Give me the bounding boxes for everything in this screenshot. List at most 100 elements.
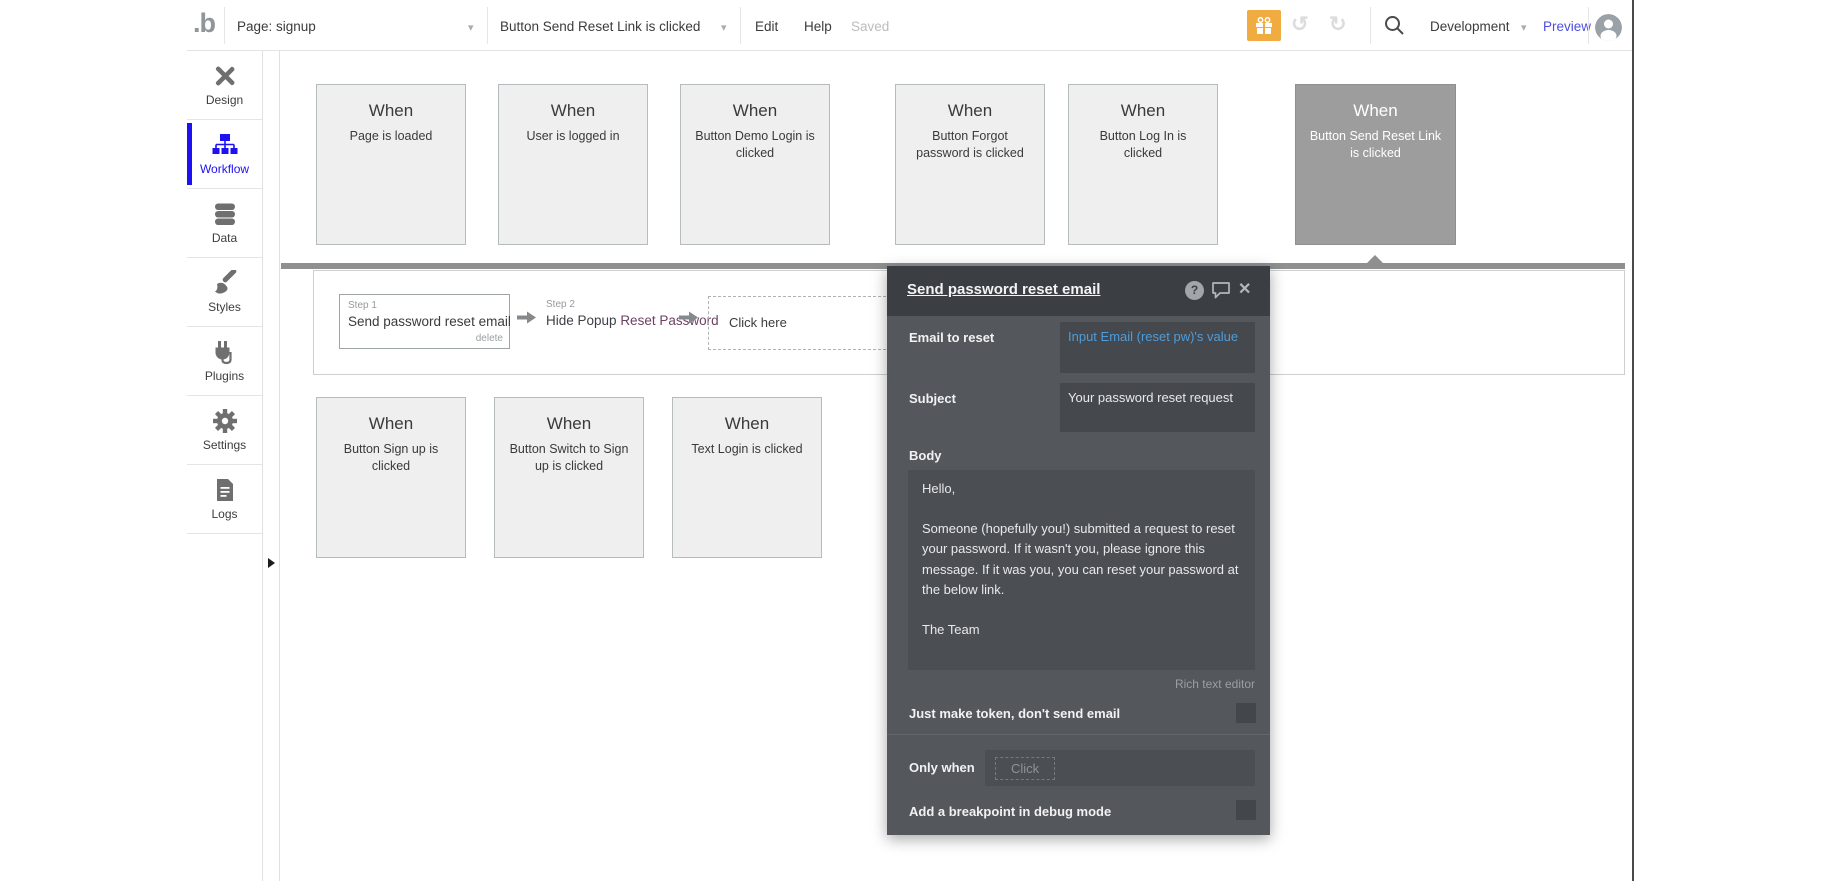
workflow-sitemap-icon bbox=[212, 132, 238, 158]
event-card-when: When bbox=[495, 414, 643, 434]
popup-title[interactable]: Send password reset email bbox=[907, 281, 1100, 298]
workflow-canvas[interactable]: When Page is loaded When User is logged … bbox=[280, 51, 1632, 881]
event-card-title: Button Sign up is clicked bbox=[317, 441, 465, 475]
sidebar-item-label: Design bbox=[206, 93, 243, 107]
sidebar-item-settings[interactable]: Settings bbox=[187, 396, 262, 465]
event-card-when: When bbox=[317, 101, 465, 121]
add-action-label: Click here bbox=[729, 315, 787, 330]
left-sidebar: Design Workflow Data bbox=[187, 51, 263, 881]
sidebar-item-plugins[interactable]: Plugins bbox=[187, 327, 262, 396]
event-card-forgot-password[interactable]: When Button Forgot password is clicked bbox=[895, 84, 1045, 245]
sidebar-gutter bbox=[263, 51, 280, 881]
document-icon bbox=[212, 477, 238, 503]
subject-field[interactable]: Your password reset request bbox=[1060, 383, 1255, 432]
page-selector-label: Page: signup bbox=[237, 19, 316, 34]
event-card-switch-to-sign-up[interactable]: When Button Switch to Sign up is clicked bbox=[494, 397, 644, 558]
popup-header[interactable]: Send password reset email ? ✕ bbox=[887, 266, 1270, 316]
breakpoint-label: Add a breakpoint in debug mode bbox=[909, 804, 1111, 819]
environment-label: Development bbox=[1430, 19, 1510, 34]
search-icon bbox=[1383, 14, 1406, 37]
only-when-click-placeholder[interactable]: Click bbox=[995, 757, 1055, 780]
event-card-when: When bbox=[499, 101, 647, 121]
arrow-right-icon bbox=[517, 310, 537, 325]
bubble-editor-window: .b Page: signup ▾ Button Send Reset Link… bbox=[187, 0, 1634, 881]
divider bbox=[1370, 7, 1371, 44]
design-tools-icon bbox=[212, 63, 238, 89]
step-1-card[interactable]: Step 1 Send password reset email delete bbox=[339, 294, 510, 349]
arrow-right-icon bbox=[679, 310, 699, 325]
event-card-title: Button Send Reset Link is clicked bbox=[1296, 128, 1455, 162]
event-card-when: When bbox=[681, 101, 829, 121]
just-make-token-checkbox[interactable] bbox=[1236, 703, 1256, 723]
saved-status: Saved bbox=[851, 19, 889, 34]
bubble-logo[interactable]: .b bbox=[193, 8, 215, 39]
step-title: Send password reset email bbox=[348, 314, 511, 329]
expand-panel-toggle[interactable] bbox=[268, 558, 275, 568]
step-title-element: Reset Password bbox=[620, 313, 718, 328]
body-field[interactable]: Hello, Someone (hopefully you!) submitte… bbox=[908, 470, 1255, 670]
event-card-user-logged-in[interactable]: When User is logged in bbox=[498, 84, 648, 245]
divider bbox=[487, 7, 488, 44]
user-avatar-icon bbox=[1595, 14, 1622, 41]
event-card-title: Button Switch to Sign up is clicked bbox=[495, 441, 643, 475]
undo-button[interactable]: ↺ bbox=[1291, 12, 1309, 37]
event-card-when: When bbox=[1069, 101, 1217, 121]
selected-event-pointer bbox=[1367, 255, 1383, 263]
redo-button[interactable]: ↻ bbox=[1329, 12, 1347, 37]
event-card-title: Page is loaded bbox=[317, 128, 465, 145]
close-icon[interactable]: ✕ bbox=[1238, 279, 1251, 299]
sidebar-item-data[interactable]: Data bbox=[187, 189, 262, 258]
event-selector-label: Button Send Reset Link is clicked bbox=[500, 19, 700, 34]
event-card-when: When bbox=[317, 414, 465, 434]
subject-label: Subject bbox=[909, 391, 956, 406]
step-number: Step 1 bbox=[348, 300, 377, 311]
gift-icon bbox=[1255, 17, 1273, 35]
breakpoint-checkbox[interactable] bbox=[1236, 800, 1256, 820]
edit-menu[interactable]: Edit bbox=[755, 19, 778, 34]
sidebar-item-label: Logs bbox=[211, 507, 237, 521]
step-delete-link[interactable]: delete bbox=[476, 333, 503, 344]
event-card-title: Button Demo Login is clicked bbox=[681, 128, 829, 162]
event-card-title: Text Login is clicked bbox=[673, 441, 821, 458]
help-menu[interactable]: Help bbox=[804, 19, 832, 34]
event-card-log-in[interactable]: When Button Log In is clicked bbox=[1068, 84, 1218, 245]
event-card-demo-login[interactable]: When Button Demo Login is clicked bbox=[680, 84, 830, 245]
event-card-text-login[interactable]: When Text Login is clicked bbox=[672, 397, 822, 558]
chevron-down-icon: ▾ bbox=[468, 21, 474, 34]
sidebar-item-workflow[interactable]: Workflow bbox=[187, 120, 262, 189]
event-card-sign-up[interactable]: When Button Sign up is clicked bbox=[316, 397, 466, 558]
body-label: Body bbox=[909, 448, 942, 463]
divider bbox=[224, 7, 225, 44]
event-card-page-is-loaded[interactable]: When Page is loaded bbox=[316, 84, 466, 245]
step-title-action: Hide Popup bbox=[546, 313, 620, 328]
chevron-down-icon: ▾ bbox=[721, 21, 727, 34]
search-button[interactable] bbox=[1383, 14, 1406, 42]
database-icon bbox=[212, 201, 238, 227]
sidebar-item-styles[interactable]: Styles bbox=[187, 258, 262, 327]
event-card-when: When bbox=[1296, 101, 1455, 121]
only-when-label: Only when bbox=[909, 760, 975, 775]
sidebar-item-logs[interactable]: Logs bbox=[187, 465, 262, 534]
user-avatar[interactable] bbox=[1595, 14, 1622, 41]
only-when-field[interactable]: Click bbox=[985, 750, 1255, 786]
event-card-title: Button Log In is clicked bbox=[1069, 128, 1217, 162]
sidebar-item-label: Styles bbox=[208, 300, 241, 314]
divider bbox=[740, 7, 741, 44]
rich-text-editor-link[interactable]: Rich text editor bbox=[1175, 677, 1255, 691]
preview-link[interactable]: Preview bbox=[1543, 19, 1591, 34]
sidebar-item-label: Settings bbox=[203, 438, 246, 452]
gift-button[interactable] bbox=[1247, 10, 1281, 41]
event-card-send-reset-link-selected[interactable]: When Button Send Reset Link is clicked bbox=[1295, 84, 1456, 245]
add-action-button[interactable]: Click here bbox=[708, 296, 901, 350]
help-icon[interactable]: ? bbox=[1185, 281, 1204, 300]
event-card-when: When bbox=[896, 101, 1044, 121]
sidebar-item-label: Data bbox=[212, 231, 237, 245]
step-number: Step 2 bbox=[546, 299, 719, 310]
event-card-title: User is logged in bbox=[499, 128, 647, 145]
gear-icon bbox=[212, 408, 238, 434]
email-to-reset-field[interactable]: Input Email (reset pw)'s value bbox=[1060, 322, 1255, 373]
action-properties-popup: Send password reset email ? ✕ Email to r… bbox=[887, 266, 1270, 835]
comment-bubble-icon[interactable] bbox=[1211, 281, 1231, 300]
email-to-reset-label: Email to reset bbox=[909, 330, 994, 345]
sidebar-item-design[interactable]: Design bbox=[187, 51, 262, 120]
